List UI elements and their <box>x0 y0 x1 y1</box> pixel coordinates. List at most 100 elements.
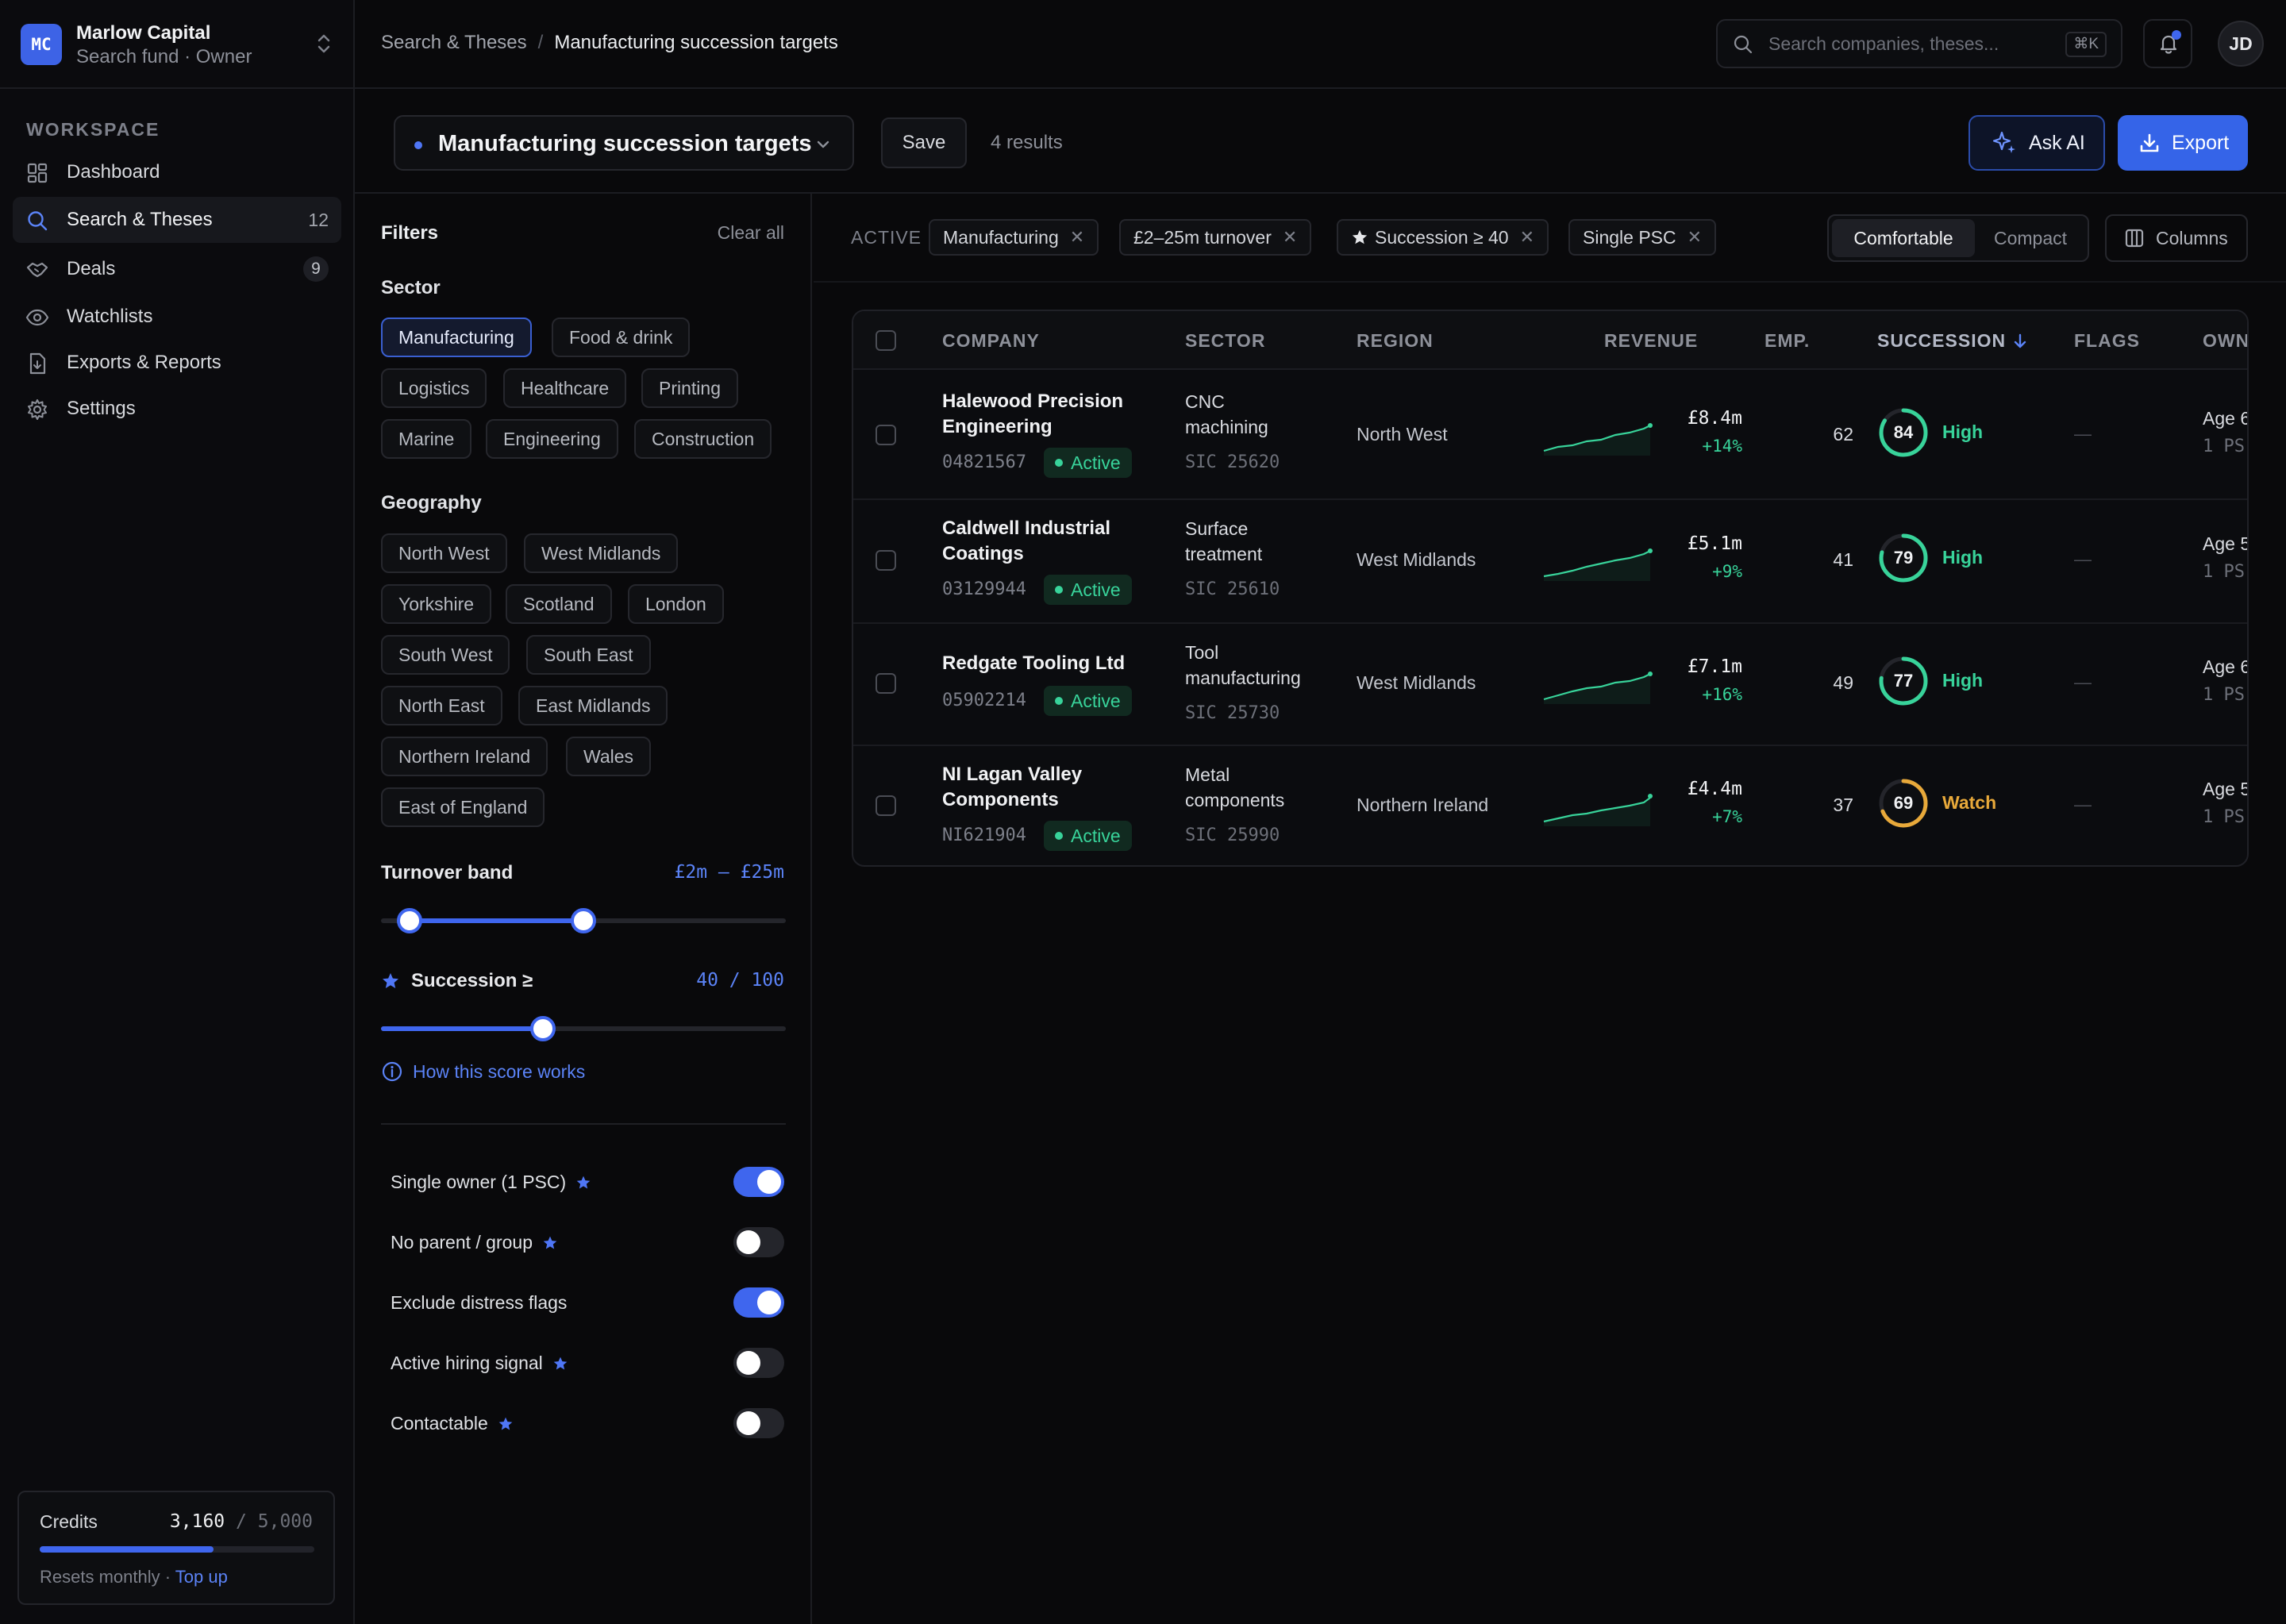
geography-chip[interactable]: North East <box>381 686 502 725</box>
geography-chip[interactable]: North West <box>381 533 507 573</box>
sidebar-item-watchlists[interactable]: Watchlists <box>13 294 341 340</box>
column-header-revenue[interactable]: REVENUE <box>1604 330 1698 352</box>
turnover-max-handle[interactable] <box>571 908 596 933</box>
column-header-succession[interactable]: SUCCESSION <box>1877 330 2028 352</box>
sidebar-item-badge: 9 <box>303 256 329 282</box>
flags-value: — <box>2074 672 2092 692</box>
row-checkbox[interactable] <box>876 425 896 445</box>
sector-chip[interactable]: Manufacturing <box>381 317 532 357</box>
active-filter-chip[interactable]: £2–25m turnover ✕ <box>1119 219 1312 256</box>
toggle-label: No parent / group <box>391 1232 558 1253</box>
notifications-button[interactable] <box>2143 19 2192 68</box>
column-header-company[interactable]: COMPANY <box>942 330 1040 352</box>
top-up-link[interactable]: Top up <box>175 1567 228 1587</box>
save-button[interactable]: Save <box>881 117 967 168</box>
search-icon <box>1734 35 1753 54</box>
close-icon[interactable]: ✕ <box>1520 221 1534 254</box>
active-filter-chip[interactable]: Succession ≥ 40 ✕ <box>1337 219 1549 256</box>
export-button[interactable]: Export <box>2118 115 2248 171</box>
sidebar-item-label: Deals <box>67 258 116 279</box>
sidebar-item-label: Watchlists <box>67 306 153 327</box>
active-filter-chip[interactable]: Single PSC ✕ <box>1568 219 1717 256</box>
credits-value: 3,160 / 5,000 <box>169 1511 313 1532</box>
sidebar-item-deals[interactable]: Deals 9 <box>13 246 341 292</box>
sector-chip[interactable]: Marine <box>381 419 472 459</box>
geography-chip[interactable]: Scotland <box>506 584 612 624</box>
sector-chip[interactable]: Construction <box>634 419 772 459</box>
toggle-row: Exclude distress flags <box>391 1284 784 1321</box>
company-name[interactable]: Caldwell Industrial Coatings <box>942 516 1110 567</box>
company-name[interactable]: NI Lagan Valley Components <box>942 762 1082 813</box>
turnover-slider[interactable] <box>381 908 786 933</box>
active-filter-chip[interactable]: Manufacturing ✕ <box>929 219 1099 256</box>
company-name[interactable]: Halewood Precision Engineering <box>942 389 1123 440</box>
credits-footer: Resets monthly · Top up <box>40 1567 228 1587</box>
geography-chip[interactable]: Wales <box>566 737 652 776</box>
columns-button[interactable]: Columns <box>2105 214 2248 262</box>
close-icon[interactable]: ✕ <box>1070 221 1084 254</box>
toggle-switch[interactable] <box>733 1287 784 1318</box>
company-number: NI621904 <box>942 825 1026 845</box>
breadcrumb-item[interactable]: Search & Theses <box>381 32 527 53</box>
company-name[interactable]: Redgate Tooling Ltd <box>942 651 1125 676</box>
employee-count: 62 <box>1833 424 1853 444</box>
sidebar-item-label: Exports & Reports <box>67 352 221 373</box>
geography-chip[interactable]: East of England <box>381 787 545 827</box>
clear-all-button[interactable]: Clear all <box>718 222 784 244</box>
avatar[interactable]: JD <box>2218 21 2264 67</box>
star-icon <box>498 1417 513 1430</box>
geography-chip[interactable]: London <box>628 584 724 624</box>
saved-view-select[interactable]: Manufacturing succession targets <box>394 115 854 171</box>
sidebar-item-dashboard[interactable]: Dashboard <box>13 149 341 195</box>
close-icon[interactable]: ✕ <box>1688 221 1702 254</box>
turnover-min-handle[interactable] <box>396 908 422 933</box>
density-comfortable[interactable]: Comfortable <box>1832 219 1975 257</box>
select-all-checkbox[interactable] <box>876 330 896 351</box>
toggle-switch[interactable] <box>733 1408 784 1438</box>
sidebar-item-settings[interactable]: Settings <box>13 386 341 432</box>
density-toggle: Comfortable Compact <box>1827 214 2089 262</box>
sector-chip[interactable]: Food & drink <box>552 317 691 357</box>
search-input[interactable]: Search companies, theses... <box>1768 33 1999 55</box>
search-shortcut: ⌘K <box>2065 32 2107 57</box>
sector-chip[interactable]: Engineering <box>486 419 618 459</box>
row-checkbox[interactable] <box>876 795 896 816</box>
ask-ai-button[interactable]: Ask AI <box>1968 115 2105 171</box>
column-header-sector[interactable]: SECTOR <box>1185 330 1265 352</box>
succession-slider[interactable] <box>381 1016 786 1041</box>
geography-chip[interactable]: South East <box>526 635 651 675</box>
column-header-employees[interactable]: EMP. <box>1765 330 1810 352</box>
column-header-flags[interactable]: FLAGS <box>2074 330 2140 352</box>
sector-chip[interactable]: Logistics <box>381 368 487 408</box>
sector-chip[interactable]: Healthcare <box>503 368 627 408</box>
geography-chip[interactable]: East Midlands <box>518 686 668 725</box>
toggle-row: Active hiring signal <box>391 1345 784 1381</box>
geography-chip[interactable]: South West <box>381 635 510 675</box>
density-compact[interactable]: Compact <box>1975 219 2086 257</box>
sector-text: Surface treatment <box>1185 518 1263 564</box>
row-checkbox[interactable] <box>876 550 896 571</box>
sidebar-item-search-theses[interactable]: Search & Theses 12 <box>13 197 341 243</box>
results-table: COMPANY SECTOR REGION REVENUE EMP. SUCCE… <box>852 310 2249 867</box>
sector-chip[interactable]: Printing <box>641 368 738 408</box>
toggle-switch[interactable] <box>733 1348 784 1378</box>
geography-chip[interactable]: Yorkshire <box>381 584 492 624</box>
succession-level: High <box>1942 670 1984 691</box>
owner-age: Age 6 <box>2203 656 2249 677</box>
how-score-works-link[interactable]: How this score works <box>381 1060 585 1083</box>
geography-chip[interactable]: Northern Ireland <box>381 737 548 776</box>
toggle-switch[interactable] <box>733 1227 784 1257</box>
column-header-region[interactable]: REGION <box>1357 330 1434 352</box>
sic-code: SIC 25990 <box>1185 825 1280 845</box>
global-search[interactable]: Search companies, theses... ⌘K <box>1716 19 2122 68</box>
row-checkbox[interactable] <box>876 673 896 694</box>
sidebar-item-exports-reports[interactable]: Exports & Reports <box>13 340 341 386</box>
close-icon[interactable]: ✕ <box>1283 221 1297 254</box>
succession-score: 79 <box>1893 548 1914 568</box>
toggle-switch[interactable] <box>733 1167 784 1197</box>
credits-label: Credits <box>40 1511 98 1532</box>
org-switcher[interactable]: MC Marlow Capital Search fund · Owner <box>21 22 338 67</box>
geography-chip[interactable]: West Midlands <box>524 533 679 573</box>
column-header-owner[interactable]: OWN <box>2203 330 2247 352</box>
succession-handle[interactable] <box>530 1016 556 1041</box>
